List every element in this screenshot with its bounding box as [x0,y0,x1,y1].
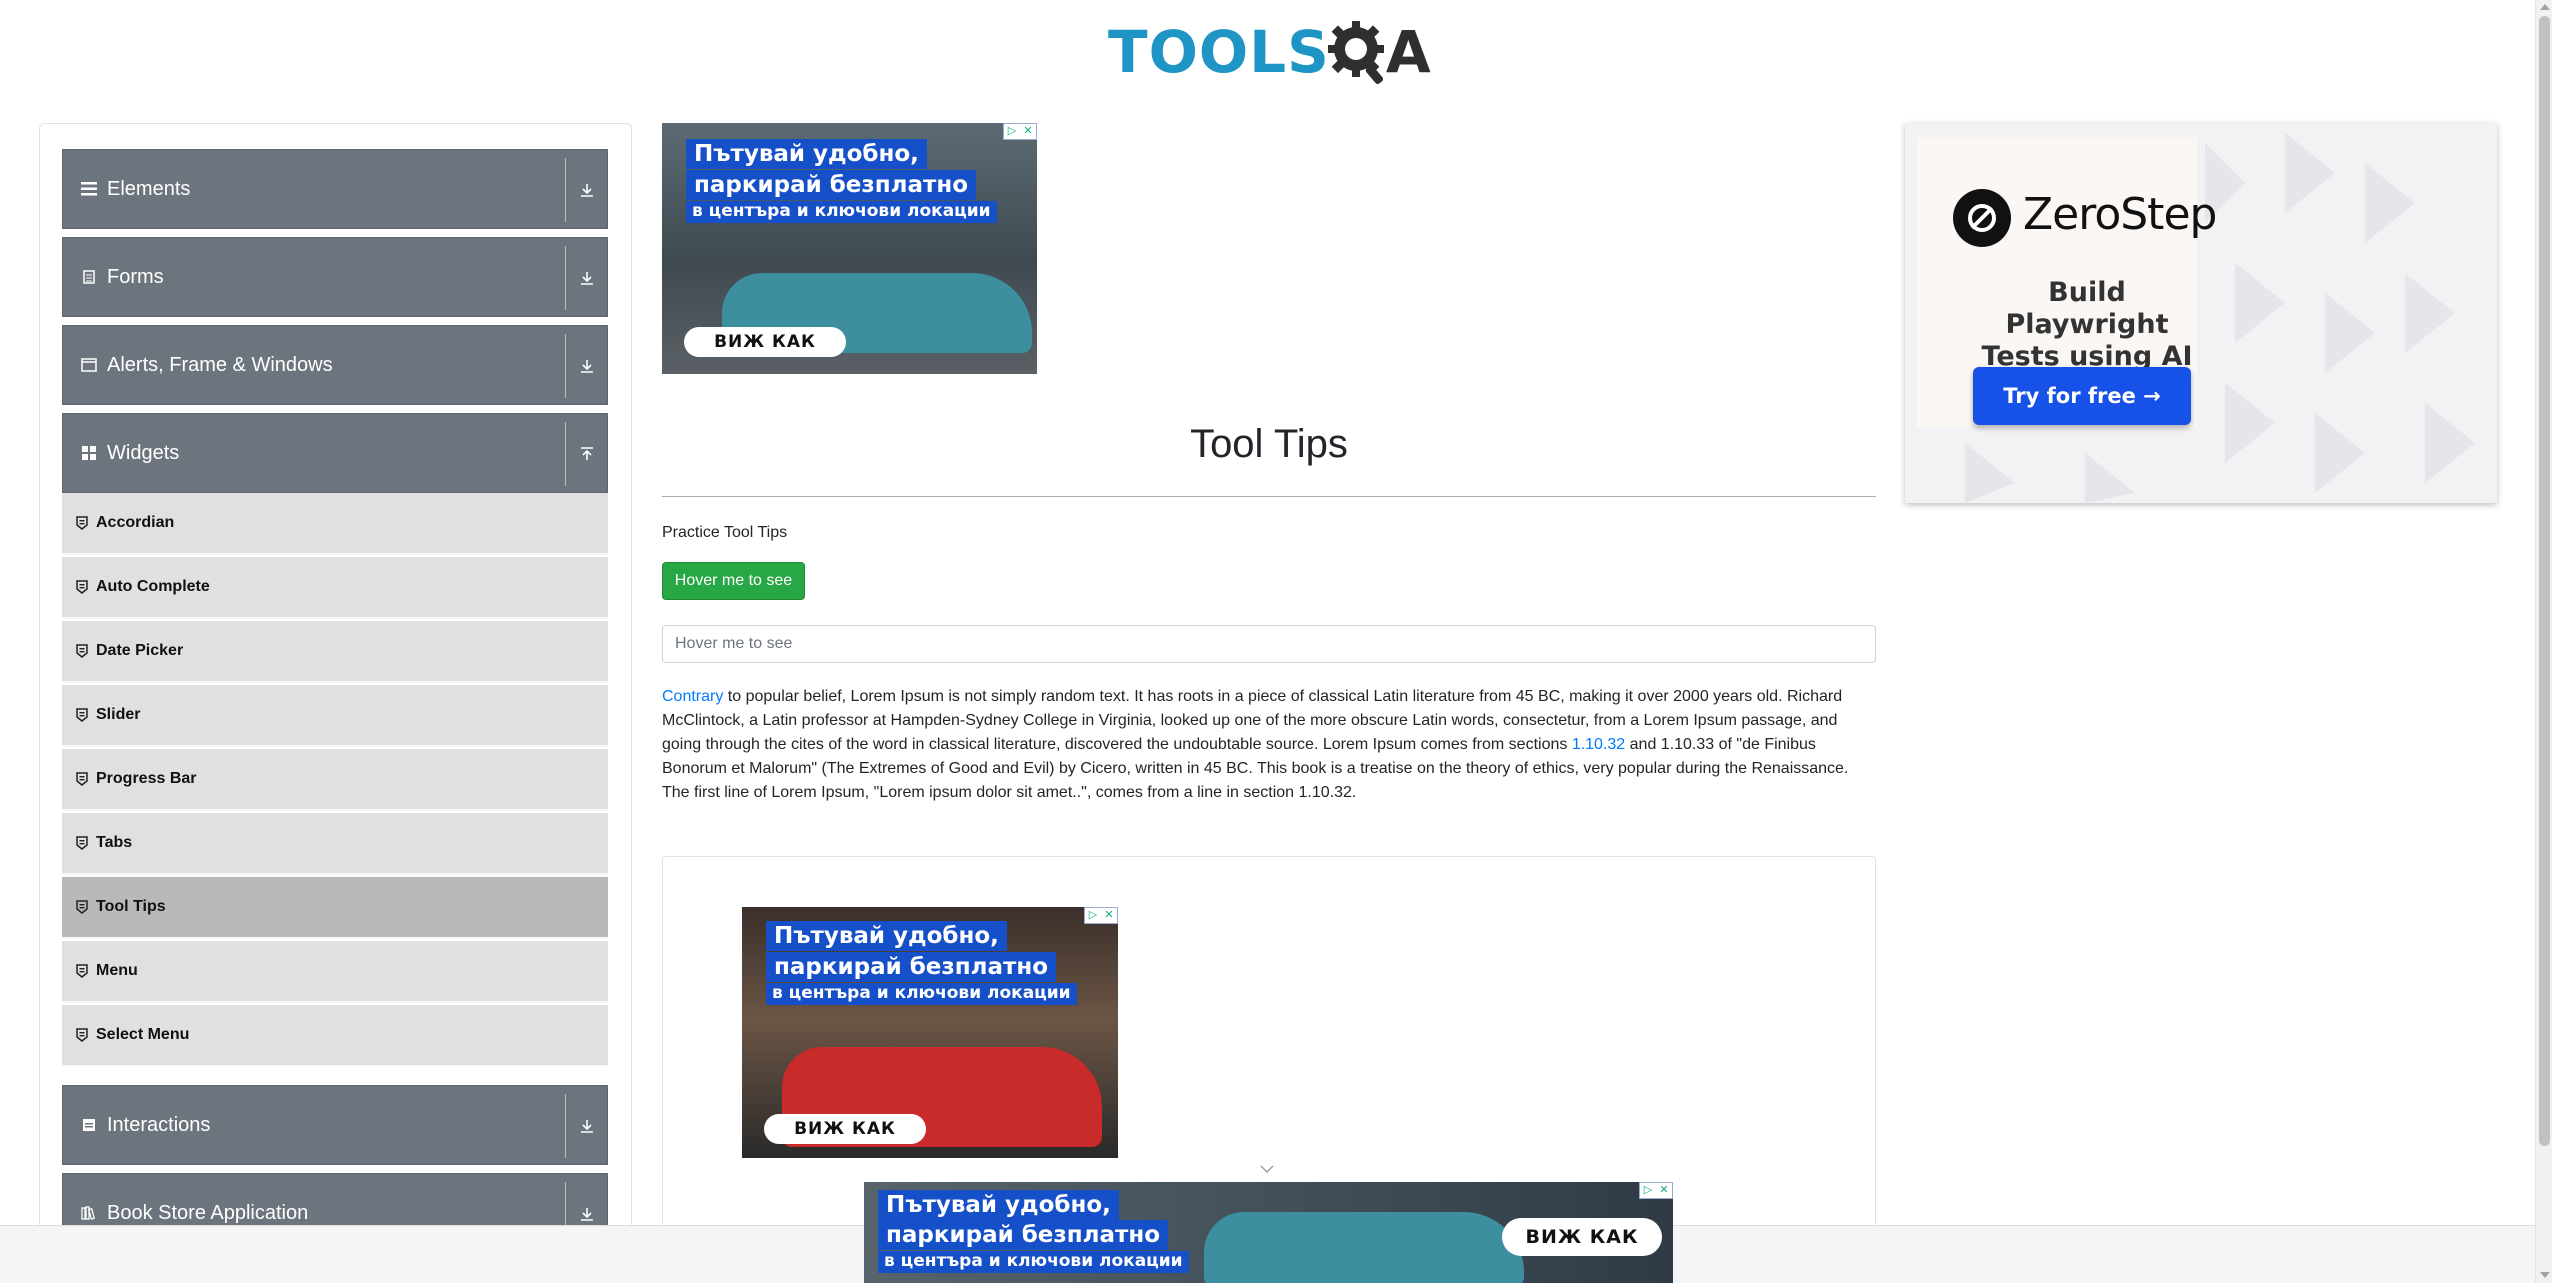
title-divider [662,496,1876,497]
ad-headline-2: паркирай безплатно [766,952,1057,983]
sidebar-item-label: Tabs [96,834,133,851]
document-icon [79,267,99,287]
ad-banner-bottom[interactable]: Пътувай удобно, паркирай безплатно в цен… [864,1182,1673,1283]
practice-label: Practice Tool Tips [662,524,788,541]
zerostep-tagline: Build Playwright Tests using AI [1981,277,2193,372]
ad-cta-button[interactable]: ВИЖ КАК [1502,1218,1662,1256]
left-sidebar: Elements Forms Alerts, Frame & Windows W… [39,123,632,1283]
zerostep-logo-icon [1953,189,2011,247]
sidebar-group-alerts[interactable]: Alerts, Frame & Windows [62,325,608,405]
ad-cta-button[interactable]: ВИЖ КАК [764,1114,926,1144]
shield-icon [76,836,88,850]
sidebar-item-date-picker[interactable]: Date Picker [62,621,608,683]
shield-icon [76,644,88,658]
window-icon [79,355,99,375]
logo-text: TOOLS [1108,18,1330,86]
ad-headline-1: Пътувай удобно, [766,921,1007,952]
sidebar-group-forms[interactable]: Forms [62,237,608,317]
hover-me-input[interactable]: Hover me to see [662,625,1876,663]
shield-icon [76,1028,88,1042]
sidebar-item-label: Accordian [96,514,175,531]
shield-icon [76,772,88,786]
adchoices-icon[interactable]: ▷ ✕ [1003,123,1037,140]
sidebar-item-select-menu[interactable]: Select Menu [62,1005,608,1067]
sidebar-item-label: Date Picker [96,642,184,659]
shield-icon [76,708,88,722]
zerostep-brand: ZeroStep [2023,189,2217,240]
adchoices-icon[interactable]: ▷ ✕ [1639,1182,1673,1199]
download-arrow-icon[interactable] [565,1094,607,1158]
vertical-scrollbar[interactable] [2535,0,2552,1283]
ad-headline-1: Пътувай удобно, [686,139,927,170]
ad-zerostep[interactable]: ZeroStep Build Playwright Tests using AI… [1905,123,2497,503]
sidebar-group-label: Widgets [107,441,180,464]
shield-icon [76,580,88,594]
sidebar-item-label: Auto Complete [96,578,210,595]
scroll-down-arrow-icon[interactable] [2540,1272,2550,1278]
scrollbar-thumb[interactable] [2539,16,2550,1146]
ad-headline-1: Пътувай удобно, [878,1190,1119,1221]
books-icon [79,1203,99,1223]
shield-icon [76,516,88,530]
download-arrow-icon[interactable] [565,246,607,310]
sidebar-item-tabs[interactable]: Tabs [62,813,608,875]
sidebar-item-slider[interactable]: Slider [62,685,608,747]
sidebar-group-label: Alerts, Frame & Windows [107,353,333,376]
chevron-down-icon[interactable] [1259,1164,1275,1174]
contrary-link[interactable]: Contrary [662,688,723,705]
toolsqa-logo[interactable]: TOOLS A [1108,14,1431,90]
ad-subheadline: в центъра и ключови локации [766,983,1077,1005]
ad-headline-2: паркирай безплатно [878,1220,1169,1251]
zerostep-panel: ZeroStep Build Playwright Tests using AI… [1917,137,2217,427]
lorem-paragraph: Contrary to popular belief, Lorem Ipsum … [662,685,1857,805]
sidebar-item-label: Menu [96,962,138,979]
sidebar-item-auto-complete[interactable]: Auto Complete [62,557,608,619]
ad-cta-button[interactable]: ВИЖ КАК [684,327,846,357]
sidebar-item-label: Select Menu [96,1026,190,1043]
sidebar-group-label: Elements [107,177,191,200]
sidebar-item-menu[interactable]: Menu [62,941,608,1003]
sidebar-group-elements[interactable]: Elements [62,149,608,229]
ad-banner-top[interactable]: Пътувай удобно, паркирай безплатно в цен… [662,123,1037,374]
shield-icon [76,900,88,914]
sidebar-group-label: Forms [107,265,164,288]
try-for-free-button[interactable]: Try for free → [1973,367,2191,425]
interaction-icon [79,1115,99,1135]
gear-magnifier-icon [1327,21,1384,85]
adchoices-icon[interactable]: ▷ ✕ [1084,907,1118,924]
hover-me-button[interactable]: Hover me to see [662,562,805,600]
download-arrow-icon[interactable] [565,158,607,222]
sidebar-item-label: Tool Tips [96,898,166,915]
sidebar-group-interactions[interactable]: Interactions [62,1085,608,1165]
sidebar-group-widgets[interactable]: Widgets [62,413,608,493]
logo-suffix: A [1385,18,1431,86]
upload-arrow-icon[interactable] [565,422,607,486]
ad-banner-inner[interactable]: Пътувай удобно, паркирай безплатно в цен… [742,907,1118,1158]
sidebar-group-label: Book Store Application [107,1201,309,1224]
ad-headline-2: паркирай безплатно [686,170,977,201]
ad-subheadline: в центъра и ключови локации [878,1251,1189,1273]
car-illustration [1204,1212,1524,1283]
sidebar-item-label: Progress Bar [96,770,197,787]
hamburger-icon [79,179,99,199]
sidebar-item-label: Slider [96,706,141,723]
scroll-up-arrow-icon[interactable] [2540,4,2550,10]
grid-icon [79,443,99,463]
sidebar-item-accordian[interactable]: Accordian [62,493,608,555]
sidebar-group-label: Interactions [107,1113,211,1136]
sidebar-item-tool-tips[interactable]: Tool Tips [62,877,608,939]
ad-subheadline: в центъра и ключови локации [686,201,997,223]
download-arrow-icon[interactable] [565,334,607,398]
shield-icon [76,964,88,978]
section-link[interactable]: 1.10.32 [1572,736,1625,753]
page-title: Tool Tips [1190,422,1348,466]
sidebar-item-progress-bar[interactable]: Progress Bar [62,749,608,811]
